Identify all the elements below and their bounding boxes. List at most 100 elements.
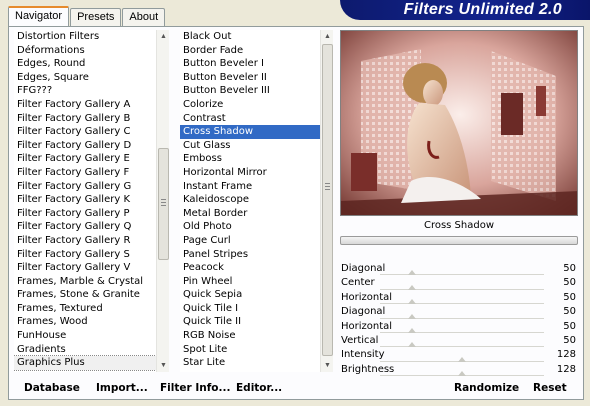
list-item[interactable]: Panel Stripes [180,248,320,262]
randomize-button[interactable]: Randomize [454,382,519,394]
filter-list[interactable]: Black Out Border Fade Button Beveler I Butt… [180,30,320,372]
list-item[interactable]: Filter Factory Gallery B [14,112,156,126]
slider-handle[interactable] [408,284,417,290]
param-row[interactable]: Vertical 50 [340,334,578,348]
list-item[interactable]: Emboss [180,152,320,166]
list-item[interactable]: Quick Tile II [180,315,320,329]
list-item[interactable]: Filter Factory Gallery Q [14,220,156,234]
list-item[interactable]: Page Curl [180,234,320,248]
slider-track[interactable] [380,371,544,377]
list-item[interactable]: Filter Factory Gallery F [14,166,156,180]
slider-track[interactable] [380,356,544,362]
scroll-thumb[interactable] [322,44,333,356]
title-banner: Filters Unlimited 2.0 [340,0,590,20]
list-item[interactable]: Edges, Square [14,71,156,85]
param-row[interactable]: Horizontal 50 [340,320,578,334]
database-button[interactable]: Database [24,382,80,394]
preview-filter-name: Cross Shadow [423,220,495,231]
list-item[interactable]: Quick Sepia [180,288,320,302]
param-row[interactable]: Center 50 [340,276,578,290]
list-item[interactable]: Button Beveler II [180,71,320,85]
list-item[interactable]: Colorize [180,98,320,112]
list-item[interactable]: Black Out [180,30,320,44]
list-item[interactable]: Filter Factory Gallery R [14,234,156,248]
import-button[interactable]: Import... [96,382,148,394]
list-item[interactable]: Filter Factory Gallery S [14,248,156,262]
list-item[interactable]: Filter Factory Gallery A [14,98,156,112]
list-item[interactable]: Distortion Filters [14,30,156,44]
list-item[interactable]: Filter Factory Gallery V [14,261,156,275]
slider-track[interactable] [380,299,544,305]
slider-track[interactable] [380,342,544,348]
list-item[interactable]: Instant Frame [180,180,320,194]
scroll-down-icon[interactable]: ▼ [322,360,333,371]
slider-handle[interactable] [408,270,417,276]
param-row[interactable]: Diagonal 50 [340,262,578,276]
list-item[interactable]: Kaleidoscope [180,193,320,207]
reset-button[interactable]: Reset [533,382,567,394]
param-value: 50 [563,291,576,303]
list-item[interactable]: Filter Factory Gallery P [14,207,156,221]
list-item[interactable]: Contrast [180,112,320,126]
param-value: 50 [563,334,576,346]
list-item[interactable]: Spot Lite [180,343,320,357]
slider-handle[interactable] [408,342,417,348]
list-item[interactable]: Filter Factory Gallery D [14,139,156,153]
editor-button[interactable]: Editor... [236,382,282,394]
list-item[interactable]: Filter Factory Gallery C [14,125,156,139]
slider-handle[interactable] [408,313,417,319]
slider-handle[interactable] [458,371,467,377]
slider-track[interactable] [380,284,544,290]
category-scrollbar[interactable]: ▲ ▼ [156,30,169,372]
list-item[interactable]: Button Beveler I [180,57,320,71]
list-item[interactable]: Metal Border [180,207,320,221]
list-item[interactable]: Cut Glass [180,139,320,153]
scroll-up-icon[interactable]: ▲ [158,31,169,42]
list-item[interactable]: Déformations [14,44,156,58]
param-row[interactable]: Horizontal 50 [340,291,578,305]
list-item[interactable]: Cross Shadow [180,125,320,139]
list-item[interactable]: Filter Factory Gallery E [14,152,156,166]
list-item[interactable]: Border Fade [180,44,320,58]
list-item[interactable]: Frames, Stone & Granite [14,288,156,302]
list-item[interactable]: Filter Factory Gallery G [14,180,156,194]
slider-handle[interactable] [408,327,417,333]
list-item[interactable]: Edges, Round [14,57,156,71]
param-row[interactable]: Brightness 128 [340,363,578,377]
list-item[interactable]: Frames, Wood [14,315,156,329]
list-item[interactable]: Graphics Plus [14,355,156,371]
slider-handle[interactable] [458,356,467,362]
scroll-up-icon[interactable]: ▲ [322,31,333,42]
list-item[interactable]: Quick Tile I [180,302,320,316]
slider-handle[interactable] [408,299,417,305]
slider-track[interactable] [380,313,544,319]
list-item[interactable]: Filter Factory Gallery K [14,193,156,207]
slider-track[interactable] [380,270,544,276]
param-label: Diagonal [341,263,386,274]
filter-info-button[interactable]: Filter Info... [160,382,230,394]
list-item[interactable]: FunHouse [14,329,156,343]
list-item[interactable]: Peacock [180,261,320,275]
tab-presets[interactable]: Presets [70,8,122,26]
filter-scrollbar[interactable]: ▲ ▼ [320,30,333,372]
slider-track[interactable] [380,327,544,333]
tab-about[interactable]: About [122,8,166,26]
list-item[interactable]: Old Photo [180,220,320,234]
param-value: 128 [556,349,576,361]
list-item[interactable]: Gradients [14,343,156,357]
preview-artwork [341,31,577,215]
list-item[interactable]: FFG??? [14,84,156,98]
list-item[interactable]: Horizontal Mirror [180,166,320,180]
list-item[interactable]: RGB Noise [180,329,320,343]
param-row[interactable]: Intensity 128 [340,348,578,362]
list-item[interactable]: Frames, Marble & Crystal [14,275,156,289]
param-row[interactable]: Diagonal 50 [340,305,578,319]
list-item[interactable]: Pin Wheel [180,275,320,289]
scroll-down-icon[interactable]: ▼ [158,360,169,371]
scroll-thumb[interactable] [158,148,169,260]
tab-navigator[interactable]: Navigator [8,6,70,26]
list-item[interactable]: Star Lite [180,356,320,370]
category-list[interactable]: Distortion Filters Déformations Edges, Rou… [14,30,156,372]
list-item[interactable]: Button Beveler III [180,84,320,98]
list-item[interactable]: Frames, Textured [14,302,156,316]
